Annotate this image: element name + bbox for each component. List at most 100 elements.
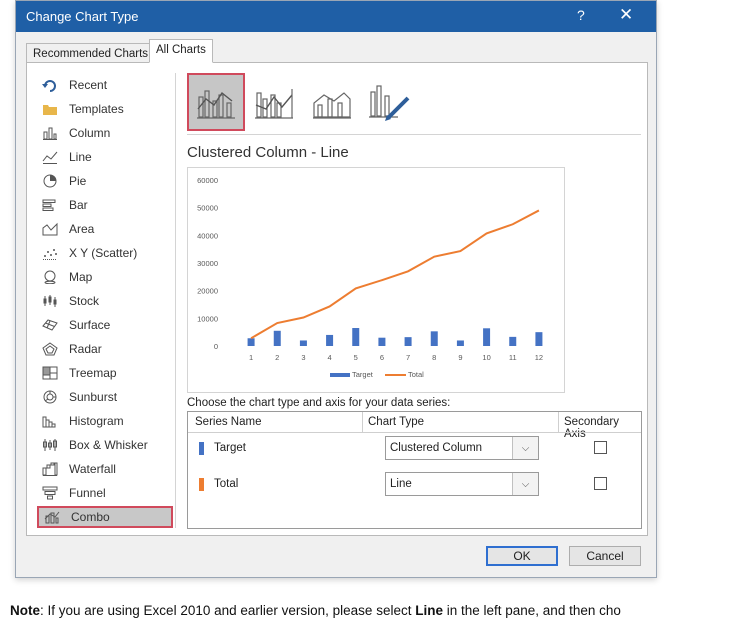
sidebar-item-label: Column bbox=[69, 126, 111, 140]
chart-type-select-target[interactable]: Clustered Column ⌵ bbox=[385, 436, 539, 460]
combo-variant-custom[interactable] bbox=[361, 73, 419, 131]
all-charts-panel: Recent Templates Column Line Pie Bar Area X Y (… bbox=[26, 62, 648, 536]
custom-combination-icon bbox=[369, 85, 410, 121]
sidebar-item-radar[interactable]: Radar bbox=[37, 338, 173, 360]
sidebar-item-pie[interactable]: Pie bbox=[37, 170, 173, 192]
sidebar-item-area[interactable]: Area bbox=[37, 218, 173, 240]
series-table: Series Name Chart Type Secondary Axis Ta… bbox=[187, 411, 642, 529]
tab-recommended-charts[interactable]: Recommended Charts bbox=[26, 43, 156, 63]
folder-icon bbox=[41, 101, 59, 117]
cancel-button[interactable]: Cancel bbox=[569, 546, 641, 566]
x-tick-label: 9 bbox=[458, 353, 462, 362]
sidebar-item-funnel[interactable]: Funnel bbox=[37, 482, 173, 504]
bar-target bbox=[404, 337, 412, 346]
sidebar-item-column[interactable]: Column bbox=[37, 122, 173, 144]
x-tick-label: 2 bbox=[275, 353, 279, 362]
series-color-swatch bbox=[199, 442, 204, 455]
chart-type-select-total[interactable]: Line ⌵ bbox=[385, 472, 539, 496]
scatter-chart-icon bbox=[41, 245, 59, 261]
series-color-swatch bbox=[199, 478, 204, 491]
combo-variant-clustered-column-line[interactable] bbox=[187, 73, 245, 131]
sidebar-item-label: Combo bbox=[71, 510, 110, 524]
sidebar-item-bar[interactable]: Bar bbox=[37, 194, 173, 216]
x-tick-label: 7 bbox=[406, 353, 410, 362]
tab-all-charts[interactable]: All Charts bbox=[149, 39, 213, 63]
ok-button[interactable]: OK bbox=[486, 546, 558, 566]
sidebar-item-label: Line bbox=[69, 150, 92, 164]
combo-variant-column-line-secondary-axis[interactable] bbox=[245, 73, 303, 131]
sidebar-item-recent[interactable]: Recent bbox=[37, 74, 173, 96]
x-tick-label: 3 bbox=[301, 353, 305, 362]
bar-chart-icon bbox=[41, 197, 59, 213]
sidebar-item-label: Histogram bbox=[69, 414, 124, 428]
chevron-down-icon[interactable]: ⌵ bbox=[512, 473, 538, 495]
chart-preview: 0 10000 20000 30000 40000 50000 60000 1 2 3 4 5 6 7 8 9… bbox=[187, 167, 565, 393]
x-tick-label: 10 bbox=[482, 353, 490, 362]
selected-chart-type: Line bbox=[390, 478, 412, 490]
bar-target bbox=[535, 332, 543, 346]
combo-variant-stacked-area-column[interactable] bbox=[303, 73, 361, 131]
sidebar-item-waterfall[interactable]: Waterfall bbox=[37, 458, 173, 480]
sidebar-item-sunburst[interactable]: Sunburst bbox=[37, 386, 173, 408]
series-name: Target bbox=[214, 442, 246, 454]
title-bar: Change Chart Type ? ✕ bbox=[16, 1, 656, 32]
y-tick-label: 30000 bbox=[197, 259, 218, 268]
sidebar-item-box-whisker[interactable]: Box & Whisker bbox=[37, 434, 173, 456]
column-divider bbox=[362, 412, 363, 432]
bar-target bbox=[352, 328, 360, 346]
close-button[interactable]: ✕ bbox=[619, 5, 633, 25]
column-header-chart-type: Chart Type bbox=[368, 416, 425, 428]
x-tick-label: 6 bbox=[380, 353, 384, 362]
combo-chart-preview: 01000020000300004000050000600001 2 3 4 5 6 7 8 9… bbox=[197, 176, 543, 379]
sidebar-item-label: Map bbox=[69, 270, 93, 284]
bar-target bbox=[430, 331, 438, 346]
note-prefix: Note bbox=[10, 603, 40, 618]
bar-target bbox=[509, 336, 517, 346]
bar-target bbox=[483, 328, 491, 346]
sidebar-item-map[interactable]: Map bbox=[37, 266, 173, 288]
selected-chart-type: Clustered Column bbox=[390, 442, 483, 454]
help-button[interactable]: ? bbox=[577, 7, 585, 23]
sidebar-item-label: Stock bbox=[69, 294, 100, 308]
radar-chart-icon bbox=[41, 341, 59, 357]
x-tick-label: 12 bbox=[535, 353, 543, 362]
sidebar-item-surface[interactable]: Surface bbox=[37, 314, 173, 336]
sidebar-item-x-y-scatter[interactable]: X Y (Scatter) bbox=[37, 242, 173, 264]
bar-target bbox=[273, 330, 281, 346]
bar-target bbox=[326, 334, 334, 346]
change-chart-type-dialog: Change Chart Type ? ✕ Recommended Charts… bbox=[15, 0, 657, 578]
chevron-down-icon[interactable]: ⌵ bbox=[512, 437, 538, 459]
note-bold-term: Line bbox=[415, 603, 443, 618]
secondary-axis-checkbox-target[interactable] bbox=[594, 441, 607, 454]
series-panel-heading: Choose the chart type and axis for your … bbox=[187, 397, 451, 409]
sidebar-item-label: Recent bbox=[69, 78, 108, 92]
y-tick-label: 40000 bbox=[197, 231, 218, 240]
note-text-part2: in the left pane, and then cho bbox=[442, 603, 621, 618]
sidebar-item-label: Sunburst bbox=[69, 390, 118, 404]
note-text-part1: : If you are using Excel 2010 and earlie… bbox=[40, 603, 416, 618]
header-divider bbox=[188, 432, 641, 433]
sidebar-item-stock[interactable]: Stock bbox=[37, 290, 173, 312]
x-tick-label: 4 bbox=[327, 353, 331, 362]
sidebar-item-combo[interactable]: Combo bbox=[37, 506, 173, 528]
sidebar-item-treemap[interactable]: Treemap bbox=[37, 362, 173, 384]
recent-icon bbox=[41, 77, 59, 93]
waterfall-chart-icon bbox=[41, 461, 59, 477]
sidebar-item-label: Waterfall bbox=[69, 462, 116, 476]
sidebar-item-histogram[interactable]: Histogram bbox=[37, 410, 173, 432]
bar-target bbox=[456, 340, 464, 346]
sidebar-item-templates[interactable]: Templates bbox=[37, 98, 173, 120]
sidebar-item-label: Area bbox=[69, 222, 95, 236]
sidebar-item-label: Pie bbox=[69, 174, 87, 188]
sidebar-item-line[interactable]: Line bbox=[37, 146, 173, 168]
column-divider bbox=[558, 412, 559, 432]
line-total bbox=[250, 209, 540, 340]
x-tick-label: 11 bbox=[509, 353, 517, 362]
secondary-axis-checkbox-total[interactable] bbox=[594, 477, 607, 490]
sidebar-item-label: Treemap bbox=[69, 366, 117, 380]
y-tick-label: 20000 bbox=[197, 287, 218, 296]
y-tick-label: 10000 bbox=[197, 314, 218, 323]
sidebar-item-label: Box & Whisker bbox=[69, 438, 148, 452]
stock-chart-icon bbox=[41, 293, 59, 309]
sunburst-chart-icon bbox=[41, 389, 59, 405]
